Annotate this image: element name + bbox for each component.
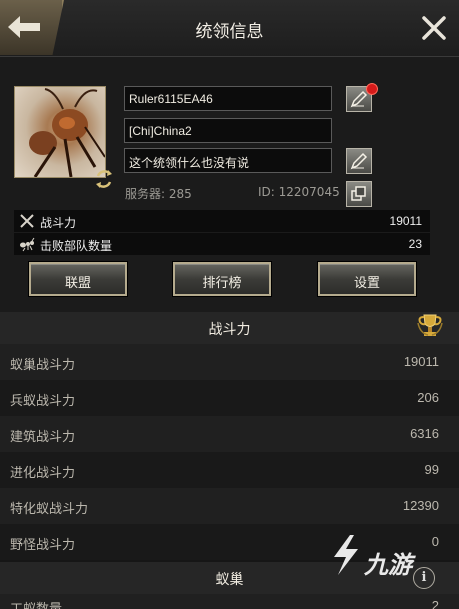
power-label: 战斗力 bbox=[40, 216, 77, 230]
swords-icon bbox=[20, 214, 34, 228]
ranking-button[interactable]: 排行榜 bbox=[173, 262, 271, 296]
watermark-text: 九游 bbox=[364, 551, 412, 579]
alliance-button[interactable]: 联盟 bbox=[29, 262, 127, 296]
list-item: 建筑战斗力 6316 bbox=[0, 416, 459, 452]
power-value: 19011 bbox=[389, 214, 422, 228]
row-value: 12390 bbox=[402, 498, 439, 513]
row-label: 特化蚁战斗力 bbox=[10, 502, 89, 517]
ant-portrait-icon bbox=[29, 88, 105, 177]
row-label: 进化战斗力 bbox=[10, 466, 76, 481]
alliance-field: [Chi]China2 bbox=[124, 118, 332, 143]
list-item: 兵蚁战斗力 206 bbox=[0, 380, 459, 416]
copy-id-button[interactable] bbox=[346, 181, 372, 207]
row-value: 99 bbox=[424, 462, 439, 477]
row-label: 野怪战斗力 bbox=[10, 538, 76, 553]
server-label: 服务器: 285 bbox=[125, 187, 192, 201]
row-label: 工蚁数量 bbox=[10, 598, 62, 609]
list-item: 工蚁数量 2 bbox=[0, 594, 459, 609]
signature-field: 这个统领什么也没有说 bbox=[124, 148, 332, 173]
power-section-header: 战斗力 bbox=[0, 312, 459, 344]
defeated-stat-row: 击败部队数量 23 bbox=[14, 233, 430, 255]
notification-dot bbox=[366, 83, 378, 95]
page-title: 统领信息 bbox=[195, 22, 264, 42]
row-value: 6316 bbox=[410, 426, 439, 441]
power-stat-row: 战斗力 19011 bbox=[14, 210, 430, 232]
name-field: Ruler6115EA46 bbox=[124, 86, 332, 111]
watermark-logo-icon bbox=[334, 535, 358, 575]
row-label: 兵蚁战斗力 bbox=[10, 394, 76, 409]
avatar[interactable] bbox=[14, 86, 106, 178]
list-item: 进化战斗力 99 bbox=[0, 452, 459, 488]
row-value: 206 bbox=[417, 390, 439, 405]
edit-pencil-icon bbox=[350, 90, 368, 108]
row-value: 0 bbox=[431, 534, 439, 549]
power-section-title: 战斗力 bbox=[208, 322, 251, 338]
row-value: 19011 bbox=[403, 354, 439, 369]
defeated-label: 击败部队数量 bbox=[40, 239, 113, 253]
row-value: 2 bbox=[431, 598, 439, 609]
list-item: 蚁巢战斗力 19011 bbox=[0, 344, 459, 380]
edit-signature-button[interactable] bbox=[346, 148, 372, 174]
edit-pencil-icon bbox=[350, 152, 368, 170]
settings-button[interactable]: 设置 bbox=[318, 262, 416, 296]
swap-icon[interactable] bbox=[93, 168, 115, 190]
row-label: 蚁巢战斗力 bbox=[10, 358, 76, 373]
info-icon[interactable]: i bbox=[413, 567, 435, 589]
nest-section-title: 蚁巢 bbox=[215, 572, 244, 588]
copy-icon bbox=[351, 186, 366, 201]
close-icon[interactable] bbox=[421, 15, 447, 41]
list-item: 特化蚁战斗力 12390 bbox=[0, 488, 459, 524]
trophy-icon[interactable] bbox=[416, 313, 444, 339]
row-label: 建筑战斗力 bbox=[10, 430, 76, 445]
player-id-label: ID: 12207045 bbox=[258, 185, 340, 199]
defeated-value: 23 bbox=[408, 237, 422, 251]
header-bar: 统领信息 bbox=[0, 0, 459, 57]
ant-icon bbox=[20, 237, 35, 252]
